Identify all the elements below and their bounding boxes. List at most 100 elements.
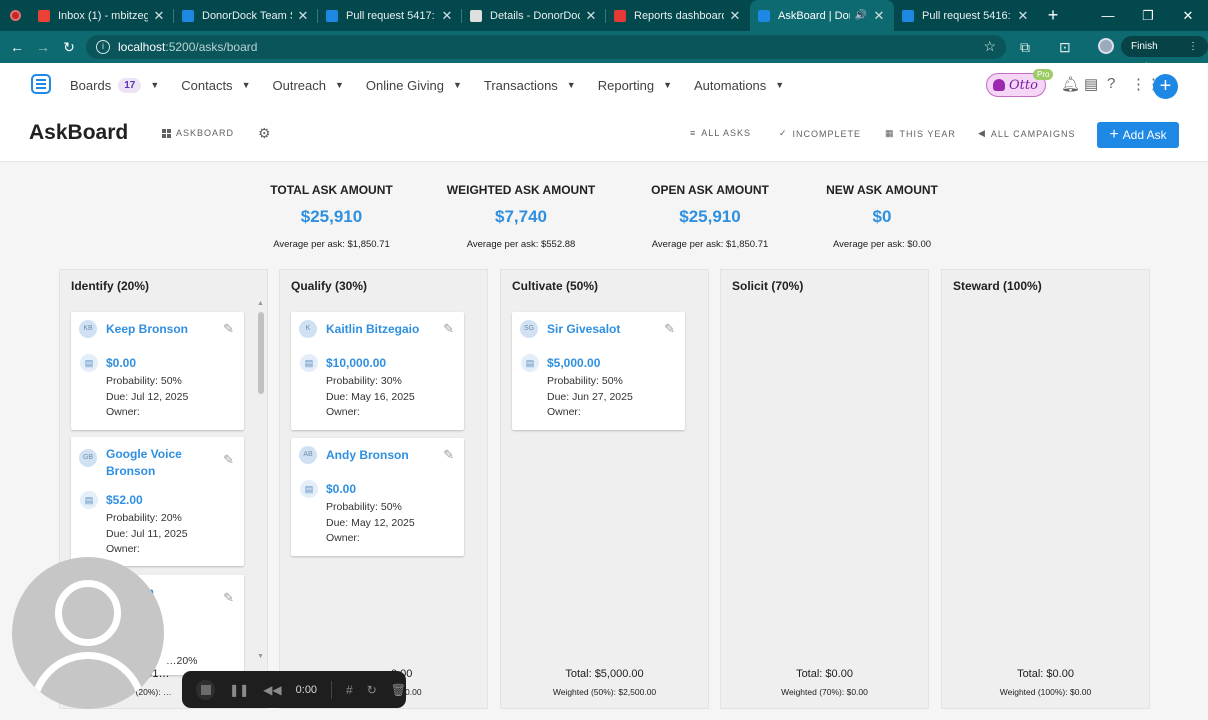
ask-card[interactable]: KB Keep Bronson ✎ ▤ $0.00 Probability: 5… — [71, 312, 244, 430]
bookmark-star-icon[interactable]: ☆ — [983, 38, 996, 55]
tab-inbox[interactable]: Inbox (1) - mbitzegaio@ ✕ — [30, 0, 174, 31]
tab-reports-dashboard[interactable]: Reports dashboard ✕ — [606, 0, 750, 31]
tab-pull-request-5416[interactable]: Pull request 5416: 4113 ✕ — [894, 0, 1038, 31]
ask-amount: $0.00 — [326, 482, 357, 496]
close-icon[interactable]: ✕ — [872, 8, 886, 24]
close-icon[interactable]: ✕ — [584, 8, 598, 24]
stat-value: $25,910 — [679, 207, 741, 226]
quick-add-button[interactable]: + — [1153, 74, 1178, 99]
tab-askboard[interactable]: AskBoard | DonorDo 🔊 ✕ — [750, 0, 894, 31]
finish-update-button[interactable]: Finish update ⋮ — [1121, 36, 1208, 73]
help-icon[interactable]: ? — [1107, 75, 1115, 92]
menu-online-giving[interactable]: Online Giving ▼ — [366, 78, 462, 93]
rewind-icon[interactable]: ◀◀ — [263, 683, 281, 697]
profile-avatar[interactable] — [1098, 38, 1114, 54]
ask-card[interactable]: AB Andy Bronson ✎ ▤ $0.00 Probability: 5… — [291, 438, 464, 556]
edit-pencil-icon[interactable]: ✎ — [443, 321, 454, 337]
edit-pencil-icon[interactable]: ✎ — [223, 321, 234, 337]
stat-label: TOTAL ASK AMOUNT — [270, 183, 393, 197]
pause-icon[interactable]: ❚❚ — [229, 683, 249, 697]
edit-pencil-icon[interactable]: ✎ — [223, 452, 234, 468]
stat-total-ask: TOTAL ASK AMOUNT $25,910 Average per ask… — [253, 183, 410, 250]
add-ask-button[interactable]: + Add Ask — [1097, 122, 1179, 148]
filter-all-asks[interactable]: ≡ ALL ASKS — [690, 128, 751, 138]
trash-icon[interactable]: 🗑︎ — [391, 683, 406, 697]
edit-pencil-icon[interactable]: ✎ — [223, 590, 234, 606]
menu-contacts[interactable]: Contacts ▼ — [181, 78, 250, 93]
menu-transactions[interactable]: Transactions ▼ — [484, 78, 576, 93]
edit-pencil-icon[interactable]: ✎ — [664, 321, 675, 337]
tab-title: Inbox (1) - mbitzegaio@ — [58, 9, 148, 22]
column-footer: Total: $0.00 Weighted (70%): $0.00 — [721, 668, 928, 697]
tab-details[interactable]: Details - DonorDock Ad ✕ — [462, 0, 606, 31]
view-switcher[interactable]: ASKBOARD — [162, 128, 234, 138]
user-silhouette-icon — [55, 580, 121, 646]
column-qualify: Qualify (30%) K Kaitlin Bitzegaio ✎ ▤ $1… — [279, 269, 488, 709]
close-icon[interactable]: ✕ — [296, 8, 310, 24]
stop-recording-button[interactable] — [196, 679, 216, 700]
bell-icon[interactable]: 🔔︎ — [1061, 75, 1080, 93]
ask-amount: $52.00 — [106, 493, 143, 507]
back-icon[interactable]: ← — [4, 39, 30, 55]
donordock-logo[interactable] — [31, 74, 51, 94]
donordock-icon — [758, 9, 770, 22]
tab-pull-request-5417[interactable]: Pull request 5417: 4108 ✕ — [318, 0, 462, 31]
due-date: Due: May 12, 2025 — [326, 516, 415, 529]
site-info-icon[interactable]: i — [96, 40, 110, 54]
document-icon — [470, 9, 482, 22]
close-icon[interactable]: ✕ — [728, 8, 742, 24]
edit-pencil-icon[interactable]: ✎ — [443, 447, 454, 463]
contact-name-link[interactable]: Andy Bronson — [326, 447, 436, 464]
tab-team-stories[interactable]: DonorDock Team Stories ✕ — [174, 0, 318, 31]
azure-devops-icon — [902, 9, 914, 22]
page-header: AskBoard ASKBOARD ⚙ ≡ ALL ASKS ✓ INCOMPLET… — [0, 107, 1208, 162]
ask-card[interactable]: GB Google Voice Bronson ✎ ▤ $52.00 Proba… — [71, 437, 244, 566]
close-icon[interactable]: ✕ — [1016, 8, 1030, 24]
contact-name-link[interactable]: Google Voice Bronson — [106, 446, 216, 480]
scroll-down-icon[interactable]: ▼ — [257, 653, 264, 660]
restart-icon[interactable]: ↻ — [367, 683, 377, 697]
grid-icon[interactable]: # — [346, 683, 353, 697]
probability: Probability: 20% — [106, 512, 182, 524]
screen-capture-icon[interactable]: ⊡ — [1059, 39, 1071, 56]
gear-icon[interactable]: ⚙ — [258, 125, 271, 142]
close-icon[interactable]: ✕ — [152, 8, 166, 24]
column-title: Qualify (30%) — [291, 279, 368, 293]
audio-icon[interactable]: 🔊 — [854, 10, 868, 21]
filter-incomplete[interactable]: ✓ INCOMPLETE — [779, 128, 861, 139]
minimize-icon[interactable]: — — [1088, 0, 1128, 31]
menu-automations[interactable]: Automations ▼ — [694, 78, 784, 93]
filter-this-year[interactable]: ▦ THIS YEAR — [885, 128, 956, 139]
tab-title: Pull request 5417: 4108 — [346, 9, 436, 22]
close-icon[interactable]: ✕ — [440, 8, 454, 24]
url-field[interactable]: i localhost:5200/asks/board ☆ — [86, 35, 1006, 59]
maximize-icon[interactable]: ❐ — [1128, 0, 1168, 31]
contact-name-link[interactable]: Kaitlin Bitzegaio — [326, 321, 436, 338]
scroll-thumb[interactable] — [258, 312, 264, 394]
extensions-icon[interactable]: ⧉ — [1020, 39, 1030, 56]
contact-name-link[interactable]: Keep Bronson — [106, 321, 216, 338]
column-scrollbar[interactable]: ▲ ▼ — [257, 300, 265, 660]
column-title: Solicit (70%) — [732, 279, 804, 293]
contact-name-link[interactable]: Sir Givesalot — [547, 321, 657, 338]
stat-value: $7,740 — [495, 207, 547, 226]
ask-card[interactable]: SG Sir Givesalot ✎ ▤ $5,000.00 Probabili… — [512, 312, 685, 430]
scroll-up-icon[interactable]: ▲ — [257, 300, 264, 307]
window-close-icon[interactable]: ✕ — [1168, 0, 1208, 31]
menu-reporting[interactable]: Reporting ▼ — [598, 78, 672, 93]
reload-icon[interactable]: ↻ — [56, 39, 82, 56]
filter-list-icon: ≡ — [690, 128, 697, 138]
chevron-down-icon: ▼ — [775, 80, 785, 90]
more-vert-icon: ⋮ — [1188, 41, 1198, 52]
new-tab-button[interactable]: + — [1038, 0, 1068, 31]
filter-label: INCOMPLETE — [792, 128, 862, 139]
chevron-down-icon: ▼ — [241, 80, 251, 90]
tab-title: Reports dashboard — [634, 9, 724, 22]
menu-boards[interactable]: Boards 17 ▼ — [70, 77, 159, 93]
filter-all-campaigns[interactable]: ◀ ALL CAMPAIGNS — [978, 128, 1075, 139]
message-icon[interactable]: ▤ — [1084, 75, 1098, 93]
ask-card[interactable]: K Kaitlin Bitzegaio ✎ ▤ $10,000.00 Proba… — [291, 312, 464, 430]
due-date: Due: May 16, 2025 — [326, 390, 415, 403]
forward-icon[interactable]: → — [30, 39, 56, 55]
menu-outreach[interactable]: Outreach ▼ — [272, 78, 343, 93]
